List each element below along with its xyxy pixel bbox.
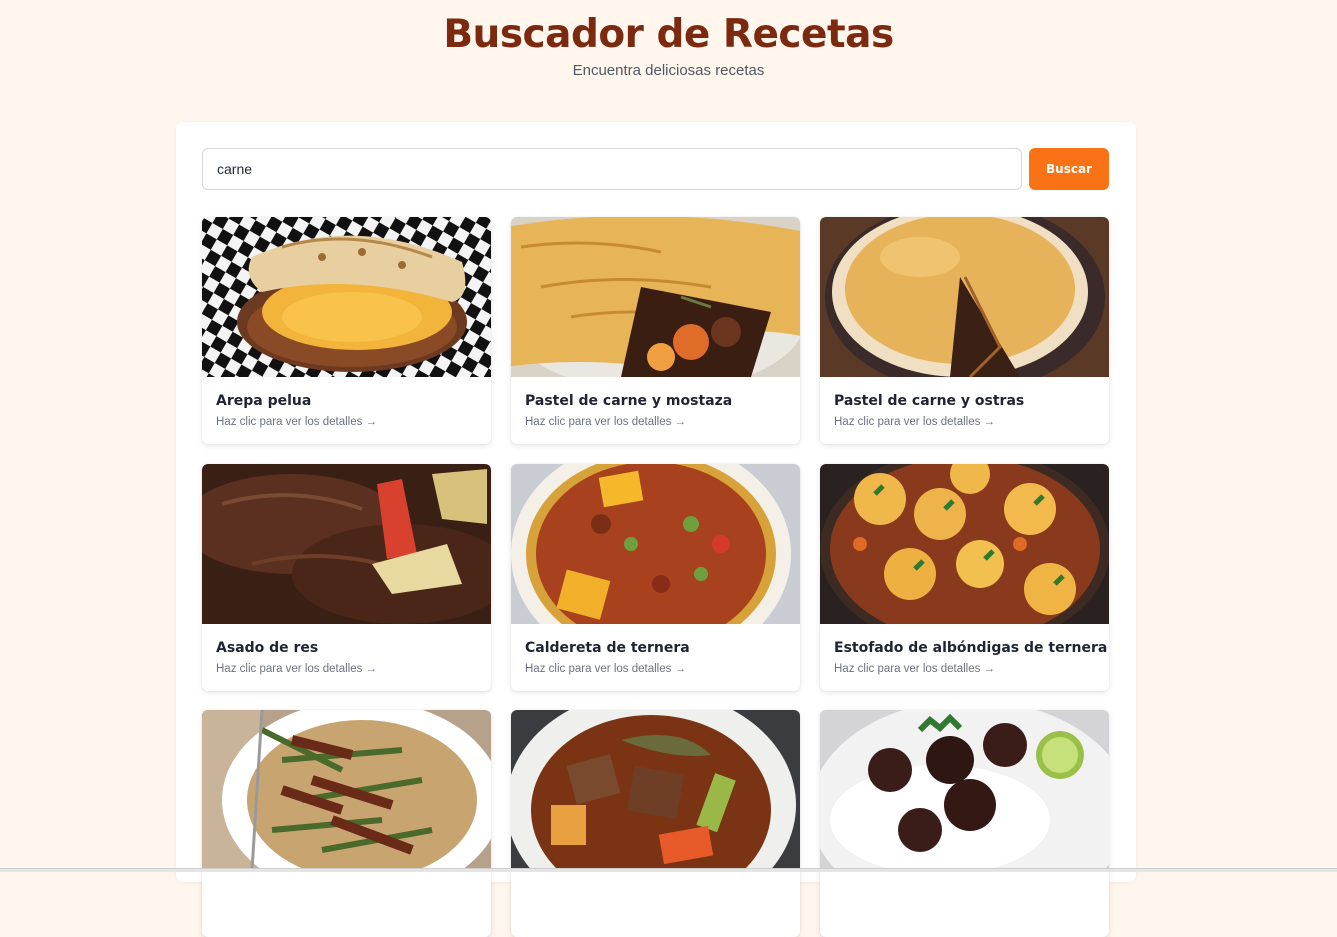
recipe-card[interactable]: Asado de res Haz clic para ver los detal… bbox=[202, 464, 491, 691]
recipe-title: Arepa pelua bbox=[216, 393, 312, 409]
recipe-hint: Haz clic para ver los detalles → bbox=[216, 663, 378, 675]
recipe-hint: Haz clic para ver los detalles → bbox=[834, 663, 996, 675]
recipe-image bbox=[820, 217, 1109, 377]
recipe-image bbox=[202, 464, 491, 624]
recipe-image bbox=[820, 710, 1109, 870]
recipe-hint: Haz clic para ver los detalles → bbox=[834, 416, 996, 428]
recipe-image bbox=[202, 217, 491, 377]
recipe-card[interactable] bbox=[202, 710, 491, 937]
viewport-bottom-edge bbox=[0, 868, 1337, 872]
recipe-card[interactable]: Caldereta de ternera Haz clic para ver l… bbox=[511, 464, 800, 691]
search-button[interactable]: Buscar bbox=[1029, 148, 1109, 190]
recipe-title: Pastel de carne y ostras bbox=[834, 393, 1025, 409]
page-subtitle: Encuentra deliciosas recetas bbox=[572, 62, 765, 79]
recipe-image bbox=[511, 464, 800, 624]
recipe-title: Pastel de carne y mostaza bbox=[525, 393, 733, 409]
search-input[interactable] bbox=[202, 148, 1022, 190]
recipe-title: Estofado de albóndigas de ternera bbox=[834, 640, 1108, 656]
page-header: Buscador de Recetas Encuentra deliciosas… bbox=[0, 12, 1337, 80]
recipe-card[interactable]: Arepa pelua Haz clic para ver los detall… bbox=[202, 217, 491, 444]
recipe-title: Caldereta de ternera bbox=[525, 640, 690, 656]
recipe-card[interactable] bbox=[511, 710, 800, 937]
recipe-card[interactable]: Pastel de carne y ostras Haz clic para v… bbox=[820, 217, 1109, 444]
recipe-image bbox=[511, 710, 800, 870]
recipe-card[interactable]: Estofado de albóndigas de ternera Haz cl… bbox=[820, 464, 1109, 691]
search-panel: Buscar bbox=[176, 122, 1136, 937]
recipe-card[interactable]: Pastel de carne y mostaza Haz clic para … bbox=[511, 217, 800, 444]
page-title: Buscador de Recetas bbox=[443, 12, 894, 57]
recipe-hint: Haz clic para ver los detalles → bbox=[216, 416, 378, 428]
recipe-image bbox=[202, 710, 491, 870]
search-bar: Buscar bbox=[202, 148, 1109, 190]
recipe-card[interactable] bbox=[820, 710, 1109, 937]
recipe-hint: Haz clic para ver los detalles → bbox=[525, 663, 687, 675]
recipe-title: Asado de res bbox=[216, 640, 319, 656]
recipe-image bbox=[820, 464, 1109, 624]
recipe-hint: Haz clic para ver los detalles → bbox=[525, 416, 687, 428]
recipe-image bbox=[511, 217, 800, 377]
